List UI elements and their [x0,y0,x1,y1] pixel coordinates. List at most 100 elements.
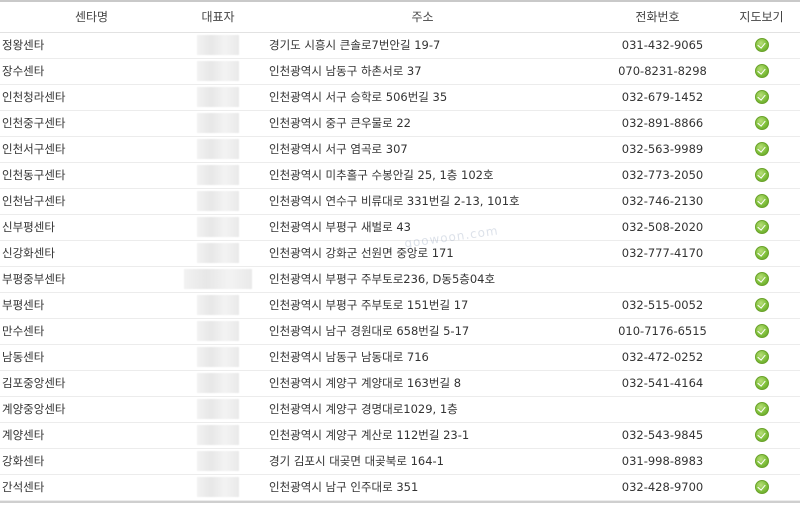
center-name: 인천청라센타 [0,84,183,111]
center-phone: 032-777-4170 [592,240,723,267]
center-address: 인천광역시 부평구 주부토로 151번길 17 [253,292,592,319]
center-address: 인천광역시 계양구 계양대로 163번길 8 [253,370,592,397]
map-cell [723,474,800,501]
map-pin-icon[interactable] [754,168,769,183]
center-name: 장수센타 [0,58,183,85]
center-phone [592,266,723,293]
header-representative: 대표자 [183,0,253,33]
map-pin-icon[interactable] [754,142,769,157]
center-address: 인천광역시 계양구 경명대로1029, 1층 [253,396,592,423]
map-cell [723,84,800,111]
map-pin-icon[interactable] [754,376,769,391]
center-name: 부평센타 [0,292,183,319]
table-row: 신강화센타 인천광역시 강화군 선원면 중앙로 171 032-777-4170 [0,240,800,267]
center-name: 인천남구센타 [0,188,183,215]
redacted-representative [197,139,239,159]
center-name: 정왕센타 [0,32,183,59]
center-address: 경기도 시흥시 큰솔로7번안길 19-7 [253,32,592,59]
representative-cell [183,188,253,215]
table-row: 정왕센타 경기도 시흥시 큰솔로7번안길 19-7 031-432-9065 [0,32,800,59]
map-pin-icon[interactable] [754,350,769,365]
map-cell [723,136,800,163]
map-pin-icon[interactable] [754,116,769,131]
center-address: 인천광역시 남구 경원대로 658번길 5-17 [253,318,592,345]
redacted-representative [197,87,239,107]
center-name: 신부평센타 [0,214,183,241]
center-name: 계양중앙센타 [0,396,183,423]
map-pin-icon[interactable] [754,428,769,443]
map-pin-icon[interactable] [754,324,769,339]
map-pin-icon[interactable] [754,402,769,417]
center-name: 김포중앙센타 [0,370,183,397]
center-phone: 032-679-1452 [592,84,723,111]
center-address: 인천광역시 미추홀구 수봉안길 25, 1층 102호 [253,162,592,189]
table-row: 인천서구센타 인천광역시 서구 염곡로 307 032-563-9989 [0,136,800,163]
center-name: 인천동구센타 [0,162,183,189]
center-address: 경기 김포시 대곶면 대곶북로 164-1 [253,448,592,475]
representative-cell [183,110,253,137]
representative-cell [183,214,253,241]
center-phone: 031-998-8983 [592,448,723,475]
map-pin-icon[interactable] [754,64,769,79]
map-cell [723,32,800,59]
redacted-representative [184,269,252,289]
map-cell [723,318,800,345]
table-header-row: 센타명 대표자 주소 전화번호 지도보기 [0,0,800,33]
map-cell [723,110,800,137]
map-cell [723,188,800,215]
center-table: 센타명 대표자 주소 전화번호 지도보기 정왕센타 경기도 시흥시 큰솔로7번안길… [0,0,800,501]
representative-cell [183,370,253,397]
center-phone: 032-891-8866 [592,110,723,137]
representative-cell [183,162,253,189]
header-center-name: 센타명 [0,0,183,33]
center-phone: 032-773-2050 [592,162,723,189]
table-row: 인천중구센타 인천광역시 중구 큰우물로 22 032-891-8866 [0,110,800,137]
table-row: 인천청라센타 인천광역시 서구 승학로 506번길 35 032-679-1452 [0,84,800,111]
center-phone: 032-472-0252 [592,344,723,371]
representative-cell [183,58,253,85]
map-pin-icon[interactable] [754,454,769,469]
map-pin-icon[interactable] [754,298,769,313]
table-row: 남동센타 인천광역시 남동구 남동대로 716 032-472-0252 [0,344,800,371]
redacted-representative [197,451,239,471]
map-pin-icon[interactable] [754,90,769,105]
map-cell [723,162,800,189]
center-name: 인천서구센타 [0,136,183,163]
representative-cell [183,448,253,475]
table-row: 장수센타 인천광역시 남동구 하촌서로 37 070-8231-8298 [0,58,800,85]
redacted-representative [197,477,239,497]
center-phone: 032-746-2130 [592,188,723,215]
center-phone: 032-563-9989 [592,136,723,163]
center-address: 인천광역시 서구 승학로 506번길 35 [253,84,592,111]
map-cell [723,214,800,241]
center-name: 계양센타 [0,422,183,449]
map-cell [723,370,800,397]
representative-cell [183,422,253,449]
center-phone [592,396,723,423]
redacted-representative [197,425,239,445]
map-pin-icon[interactable] [754,194,769,209]
center-phone: 031-432-9065 [592,32,723,59]
center-address: 인천광역시 부평구 주부토로236, D동5층04호 [253,266,592,293]
representative-cell [183,84,253,111]
center-name: 남동센타 [0,344,183,371]
representative-cell [183,266,253,293]
map-cell [723,292,800,319]
map-cell [723,266,800,293]
center-address: 인천광역시 서구 염곡로 307 [253,136,592,163]
center-name: 부평중부센타 [0,266,183,293]
map-pin-icon[interactable] [754,272,769,287]
map-pin-icon[interactable] [754,480,769,495]
center-phone: 032-541-4164 [592,370,723,397]
representative-cell [183,474,253,501]
center-address: 인천광역시 계양구 계산로 112번길 23-1 [253,422,592,449]
center-phone: 032-508-2020 [592,214,723,241]
map-pin-icon[interactable] [754,38,769,53]
table-row: 신부평센타 인천광역시 부평구 새벌로 43 032-508-2020 [0,214,800,241]
redacted-representative [197,217,239,237]
table-row: 강화센타 경기 김포시 대곶면 대곶북로 164-1 031-998-8983 [0,448,800,475]
map-pin-icon[interactable] [754,246,769,261]
redacted-representative [197,165,239,185]
map-pin-icon[interactable] [754,220,769,235]
redacted-representative [197,243,239,263]
